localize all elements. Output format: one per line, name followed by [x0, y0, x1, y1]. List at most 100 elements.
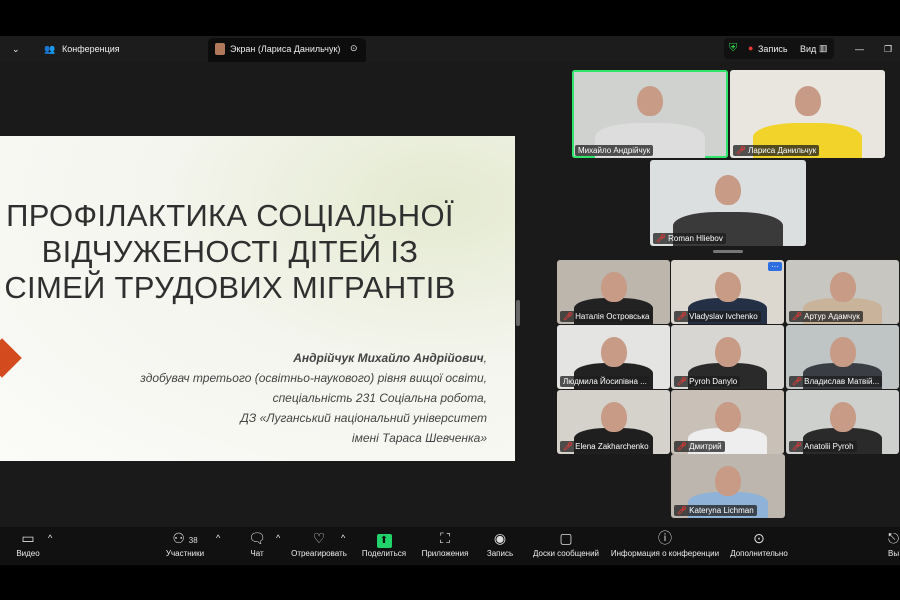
participant-face	[714, 271, 741, 302]
avatar	[215, 43, 225, 55]
participants-count: 38	[188, 536, 198, 545]
meeting-toolbar: ▭ Видео ^ ⚇ 38 Участники ^ 🗨 Чат ^ ♡ Отреаги…	[0, 527, 900, 565]
participant-video-tile[interactable]: 🎤︎ Владислав Матвій...	[786, 325, 899, 389]
participant-name: Лариса Данильчук	[748, 146, 817, 155]
mic-muted-icon: 🎤︎	[677, 442, 688, 451]
whiteboards-label: Доски сообщений	[532, 549, 599, 558]
participant-video-tile[interactable]: 🎤︎ Vladyslav Ivchenko ···	[671, 260, 784, 324]
participant-face	[600, 271, 627, 302]
participant-video-tile[interactable]: 🎤︎ Kateryna Lichman	[671, 454, 785, 518]
mic-muted-icon: 🎤︎	[677, 377, 688, 386]
info-label: Информация о конференции	[610, 549, 720, 558]
participant-face	[829, 401, 856, 432]
camera-icon: ▭	[21, 530, 35, 546]
gallery-resize-handle[interactable]	[713, 250, 743, 253]
participant-name: Артур Адамчук	[804, 312, 860, 321]
participant-name-tag: 🎤︎ Vladyslav Ivchenko	[674, 311, 761, 322]
participant-face	[637, 85, 663, 116]
layout-icon[interactable]: ▥	[819, 43, 828, 54]
participant-name-tag: 🎤︎ Elena Zakharchenko	[560, 441, 652, 452]
apps-icon: ⛶	[440, 530, 450, 546]
share-label: Поделиться	[361, 549, 407, 558]
participant-video-tile[interactable]: 🎤︎ Anatolii Pyroh	[786, 390, 899, 454]
record-button[interactable]: ◉ Запись	[482, 527, 518, 565]
more-button[interactable]: ⊙ Дополнительно	[726, 527, 792, 565]
leave-button[interactable]: ⎋ Вы	[888, 527, 900, 565]
participant-name-tag: 🎤︎ Roman Hliebov	[653, 233, 726, 244]
mic-muted-icon: 🎤︎	[677, 312, 688, 321]
status-area: ⛨ ● Запись Вид ▥	[724, 38, 834, 59]
chevron-up-icon[interactable]: ^	[341, 533, 345, 543]
slide-title: ПРОФІЛАКТИКА СОЦІАЛЬНОЇ ВІДЧУЖЕНОСТІ ДІТ…	[4, 198, 456, 305]
tile-more-options-icon[interactable]: ···	[768, 262, 782, 271]
participant-video-tile[interactable]: 🎤︎ Дмитрий	[671, 390, 784, 454]
split-resize-handle[interactable]	[516, 300, 520, 326]
people-icon: 👥	[44, 44, 56, 54]
participant-name-tag: 🎤︎ Kateryna Lichman	[674, 505, 757, 516]
chat-label: Чат	[250, 549, 264, 558]
screen-share-tab[interactable]: Экран (Лариса Данильчук) ⊙	[208, 38, 366, 62]
participant-face	[600, 336, 627, 367]
chevron-down-icon[interactable]: ⌄	[12, 44, 20, 55]
chat-button[interactable]: 🗨 Чат	[244, 527, 270, 565]
participants-button[interactable]: ⚇ 38 Участники	[160, 527, 210, 565]
participant-video-tile[interactable]: 🎤︎ Артур Адамчук	[786, 260, 899, 324]
share-arrow-icon: ⬆	[358, 527, 410, 549]
info-icon: ⓘ	[658, 530, 672, 546]
more-label: Дополнительно	[730, 549, 788, 558]
slide-decoration	[0, 338, 22, 378]
participant-video-tile[interactable]: 🎤︎ Pyroh Danylo	[671, 325, 784, 389]
participant-face	[794, 85, 821, 116]
participant-name: Михайло Андрійчук	[578, 146, 651, 155]
author-line: ДЗ «Луганський національний університет	[240, 411, 487, 425]
record-label: Запись	[486, 549, 514, 558]
minimize-icon[interactable]: —	[855, 44, 864, 54]
participant-video-tile[interactable]: 🎤︎ Elena Zakharchenko	[557, 390, 670, 454]
meeting-info-button[interactable]: ⓘ Информация о конференции	[608, 527, 722, 565]
restore-icon[interactable]: ❐	[884, 44, 892, 55]
leave-label: Вы	[888, 549, 900, 558]
mic-muted-icon: 🎤︎	[792, 377, 803, 386]
participant-name-tag: 🎤︎ Наталія Островська	[560, 311, 653, 322]
participant-video-tile[interactable]: Михайло Андрійчук	[572, 70, 728, 158]
video-button[interactable]: ▭ Видео	[10, 527, 46, 565]
participant-name: Vladyslav Ivchenko	[689, 312, 758, 321]
participant-name-tag: Людмила Йосипівна ...	[560, 376, 650, 387]
participant-face	[829, 336, 856, 367]
apps-button[interactable]: ⛶ Приложения	[418, 527, 472, 565]
participant-face	[829, 271, 856, 302]
view-button[interactable]: Вид	[800, 44, 816, 54]
participant-name: Людмила Йосипівна ...	[563, 377, 647, 386]
participant-name-tag: 🎤︎ Артур Адамчук	[789, 311, 863, 322]
whiteboard-icon: ▢	[559, 530, 573, 546]
more-options-icon[interactable]: ⊙	[350, 43, 358, 54]
participant-name: Владислав Матвій...	[804, 377, 880, 386]
participant-face	[715, 175, 741, 206]
mic-muted-icon: 🎤︎	[563, 312, 574, 321]
chat-icon: 🗨	[248, 530, 266, 546]
participant-video-tile[interactable]: 🎤︎ Лариса Данильчук	[730, 70, 885, 158]
author-name: Андрійчук Михайло Андрійович	[293, 351, 484, 365]
slide-author-block: Андрійчук Михайло Андрійович, здобувач т…	[140, 348, 487, 448]
participant-face	[715, 465, 741, 496]
apps-label: Приложения	[421, 549, 469, 558]
participant-name: Дмитрий	[689, 442, 722, 451]
chevron-up-icon[interactable]: ^	[276, 533, 280, 543]
shield-check-icon[interactable]: ⛨	[729, 42, 737, 55]
participant-video-tile[interactable]: 🎤︎ Наталія Островська	[557, 260, 670, 324]
title-bar: ⌄ 👥 Конференция Экран (Лариса Данильчук)…	[0, 36, 900, 62]
whiteboards-button[interactable]: ▢ Доски сообщений	[528, 527, 604, 565]
share-button[interactable]: ⬆ Поделиться	[358, 527, 410, 565]
chevron-up-icon[interactable]: ^	[48, 533, 52, 543]
mic-muted-icon: 🎤︎	[736, 146, 747, 155]
participant-face	[714, 401, 741, 432]
participant-name: Pyroh Danylo	[689, 377, 738, 386]
participant-video-tile[interactable]: 🎤︎ Roman Hliebov	[650, 160, 806, 246]
record-dot-icon: ●	[748, 43, 754, 53]
participant-name: Elena Zakharchenko	[575, 442, 649, 451]
participants-icon: ⚇ 38	[172, 530, 198, 546]
conference-label[interactable]: Конференция	[62, 44, 120, 54]
chevron-up-icon[interactable]: ^	[216, 533, 220, 543]
participant-video-tile[interactable]: Людмила Йосипівна ...	[557, 325, 670, 389]
author-line: спеціальність 231 Соціальна робота,	[272, 391, 487, 405]
